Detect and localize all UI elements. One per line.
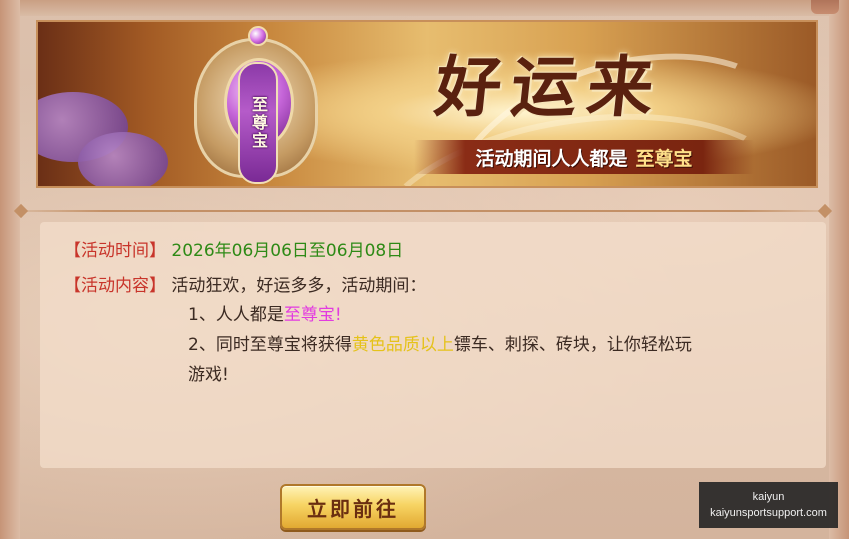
emblem-text: 至尊宝: [249, 96, 268, 150]
banner-subtitle: 活动期间人人都是 至尊宝: [414, 140, 754, 174]
item1-highlight: 至尊宝!: [283, 305, 342, 325]
item2-continuation: 游戏!: [188, 365, 229, 385]
item2-prefix: 2、同时至尊宝将获得: [188, 335, 352, 355]
item2-highlight: 黄色品质以上: [351, 335, 454, 355]
cloud-decoration: [78, 132, 168, 186]
section-divider: [13, 203, 833, 219]
content-item-2-continuation: 游戏!: [188, 364, 229, 386]
frame-left: [0, 0, 20, 539]
go-now-button[interactable]: 立即前往: [280, 484, 426, 530]
time-label: 【活动时间】: [64, 241, 166, 261]
frame-right: [829, 0, 849, 539]
content-label: 【活动内容】: [64, 276, 166, 296]
item1-prefix: 1、人人都是: [188, 305, 284, 325]
item2-suffix: 镖车、刺探、砖块，让你轻松玩: [453, 335, 692, 355]
subtitle-main: 活动期间人人都是: [475, 147, 628, 170]
subtitle-accent: 至尊宝: [635, 147, 693, 170]
content-item-2: 2、同时至尊宝将获得黄色品质以上镖车、刺探、砖块，让你轻松玩: [188, 334, 692, 356]
event-content-row: 【活动内容】 活动狂欢，好运多多，活动期间：: [64, 275, 426, 297]
watermark: kaiyun kaiyunsportsupport.com: [699, 482, 838, 528]
time-value: 2026年06月06日至06月08日: [171, 241, 404, 261]
go-now-label: 立即前往: [307, 496, 399, 521]
supreme-emblem: 至尊宝: [186, 22, 326, 186]
banner-title: 好运来: [431, 48, 668, 126]
gem-icon: [248, 26, 268, 46]
close-tab[interactable]: [811, 0, 839, 14]
event-banner: 至尊宝 好运来 活动期间人人都是 至尊宝: [36, 20, 818, 188]
event-time-row: 【活动时间】 2026年06月06日至06月08日: [64, 240, 403, 262]
watermark-line2: kaiyunsportsupport.com: [710, 507, 827, 519]
watermark-line1: kaiyun: [752, 491, 785, 503]
emblem-plate: 至尊宝: [238, 62, 278, 184]
content-item-1: 1、人人都是至尊宝!: [188, 304, 342, 326]
content-intro: 活动狂欢，好运多多，活动期间：: [171, 276, 427, 296]
top-border: [0, 0, 849, 16]
